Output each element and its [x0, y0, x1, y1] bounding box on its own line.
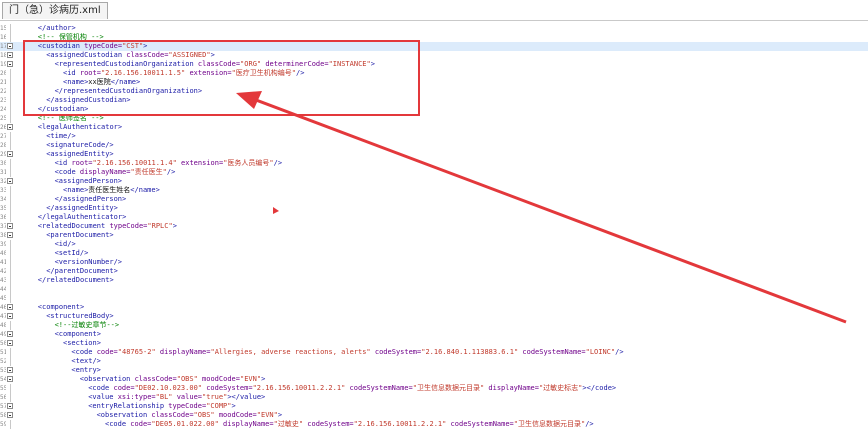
annotation-overlay [236, 91, 847, 324]
annotation-arrow-icon [247, 95, 847, 324]
stray-marker-icon [273, 207, 279, 214]
